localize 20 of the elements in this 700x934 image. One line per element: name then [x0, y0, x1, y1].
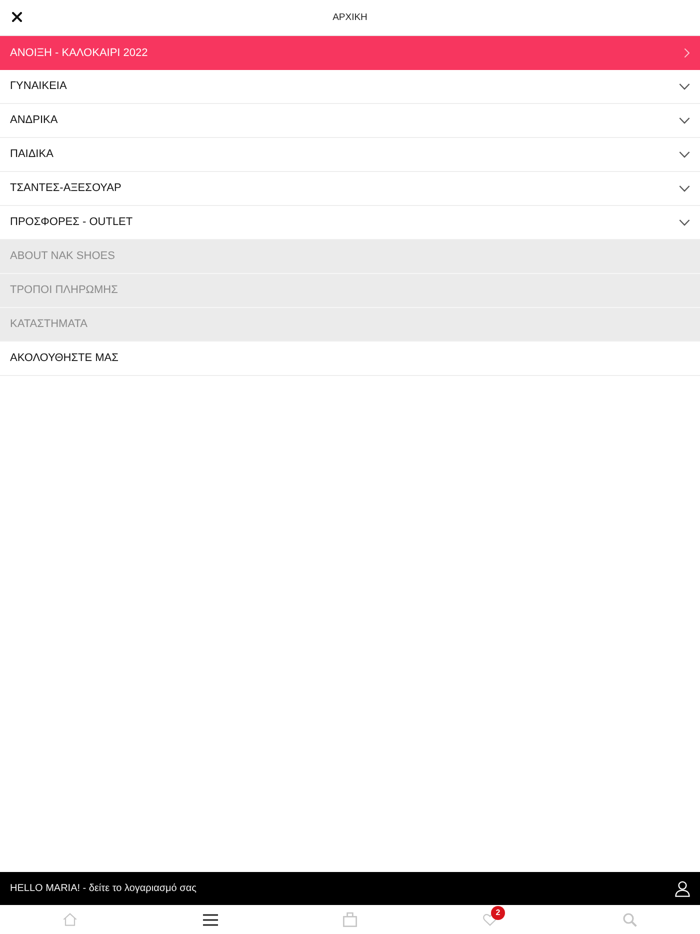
- user-icon: [675, 880, 690, 896]
- close-icon: [12, 12, 22, 22]
- chevron-right-icon: [684, 48, 690, 58]
- promo-menu-item[interactable]: ΑΝΟΙΞΗ - ΚΑΛΟΚΑΙΡΙ 2022: [0, 36, 700, 70]
- count-badge: 2: [491, 906, 505, 920]
- menu-label: ABOUT NAK SHOES: [10, 251, 115, 262]
- menu-label: ΠΡΟΣΦΟΡΕΣ - OUTLET: [10, 217, 133, 228]
- menu-label: ΚΑΤΑΣΤΗΜΑΤΑ: [10, 319, 88, 330]
- close-button[interactable]: [10, 10, 24, 24]
- menu-label: ΤΡΟΠΟΙ ΠΛΗΡΩΜΗΣ: [10, 285, 118, 296]
- page-title: ΑΡΧΙΚΗ: [332, 12, 368, 22]
- menu-label: ΓΥΝΑΙΚΕΙΑ: [10, 81, 67, 92]
- menu-label: ΠΑΙΔΙΚΑ: [10, 149, 54, 160]
- menu-label: ΑΚΟΛΟΥΘΗΣΤΕ ΜΑΣ: [10, 353, 118, 364]
- menu-label: ΑΝΟΙΞΗ - ΚΑΛΟΚΑΙΡΙ 2022: [10, 48, 148, 58]
- menu-label: ΤΣΑΝΤΕΣ-ΑΞΕΣΟΥΑΡ: [10, 183, 122, 194]
- wishlist-tab[interactable]: 2: [420, 905, 560, 934]
- menu-label: ΑΝΔΡΙΚΑ: [10, 115, 58, 126]
- account-bar[interactable]: HELLO MARIA! - δείτε το λογαριασμό σας: [0, 872, 700, 905]
- account-greeting: HELLO MARIA! - δείτε το λογαριασμό σας: [10, 882, 196, 896]
